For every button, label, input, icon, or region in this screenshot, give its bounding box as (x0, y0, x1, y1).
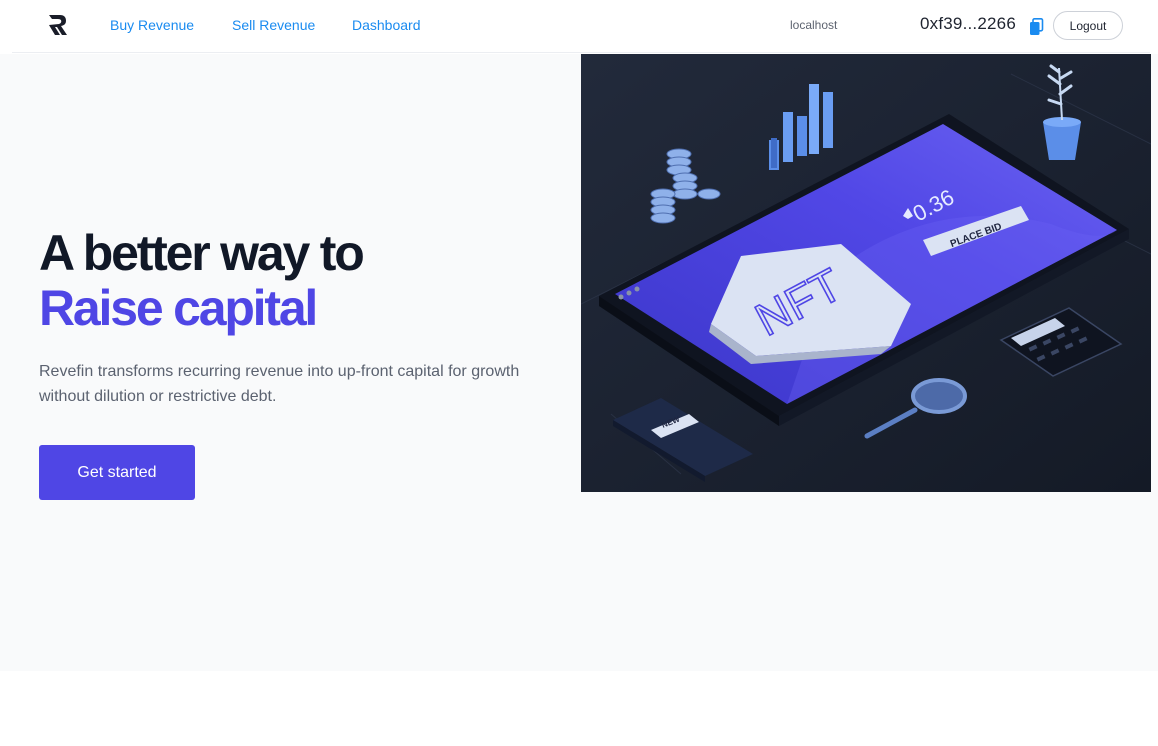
hero-headline: A better way to Raise capital (39, 225, 365, 336)
host-label: localhost (790, 18, 838, 32)
copy-icon[interactable] (1029, 18, 1044, 36)
headline-line-1: A better way to (39, 225, 365, 281)
page: Buy Revenue Sell Revenue Dashboard local… (0, 0, 1158, 746)
logout-button[interactable]: Logout (1053, 11, 1123, 40)
wallet-address: 0xf39...2266 (920, 14, 1016, 33)
hero-section: A better way to Raise capital Revefin tr… (0, 54, 1158, 671)
hero-illustration: NFT 0.36 PLACE BID NEW (580, 54, 1152, 492)
top-navbar: Buy Revenue Sell Revenue Dashboard local… (12, 0, 1150, 53)
nav-link-dashboard[interactable]: Dashboard (352, 17, 421, 33)
nav-link-sell-revenue[interactable]: Sell Revenue (232, 17, 315, 33)
logo-icon[interactable] (46, 12, 70, 38)
get-started-button[interactable]: Get started (39, 445, 195, 500)
nav-link-buy-revenue[interactable]: Buy Revenue (110, 17, 194, 33)
headline-line-2: Raise capital (39, 280, 318, 336)
nft-marketplace-illustration: NFT 0.36 PLACE BID NEW (580, 54, 1152, 492)
hero-description: Revefin transforms recurring revenue int… (39, 363, 520, 405)
